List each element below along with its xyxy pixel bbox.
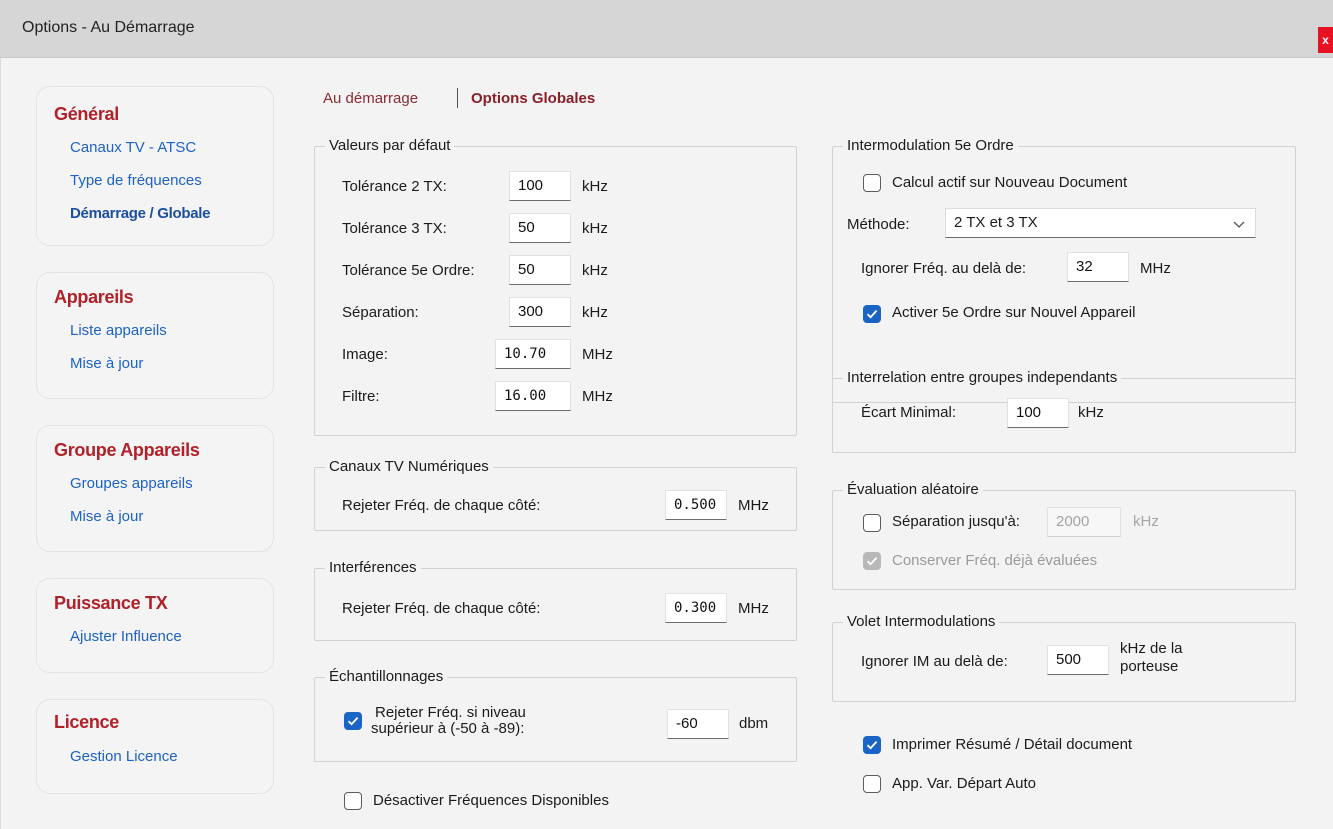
im-panel-unit-line1: kHz de la [1120, 640, 1183, 657]
sidebar-link-groups-update[interactable]: Mise à jour [70, 508, 143, 525]
random-eval-separation-unit: kHz [1133, 513, 1159, 530]
sidebar-card-devices: Appareils Liste appareils Mise à jour [36, 272, 274, 399]
im5-method-select[interactable]: 2 TX et 3 TX [945, 208, 1256, 238]
image-label: Image: [342, 346, 388, 363]
separation-input[interactable]: 300 [509, 297, 571, 327]
sidebar-title-license: Licence [54, 712, 119, 732]
im5-group-title: Intermodulation 5e Ordre [843, 137, 1018, 154]
tv-numeric-reject-label: Rejeter Fréq. de chaque côté: [342, 497, 541, 514]
sidebar-card-tx-power: Puissance TX Ajuster Influence [36, 578, 274, 673]
app-var-auto-checkbox[interactable] [863, 775, 881, 793]
filter-label: Filtre: [342, 388, 380, 405]
im-panel-ignore-label: Ignorer IM au delà de: [861, 653, 1008, 670]
tolerance-2tx-label: Tolérance 2 TX: [342, 178, 447, 195]
tolerance-5th-order-label: Tolérance 5e Ordre: [342, 262, 475, 279]
sidebar-title-general: Général [54, 104, 119, 124]
random-eval-separation-input[interactable]: 2000 [1047, 507, 1121, 537]
tolerance-3tx-label: Tolérance 3 TX: [342, 220, 447, 237]
sampling-reject-checkbox[interactable] [344, 712, 362, 730]
separation-label: Séparation: [342, 304, 419, 321]
sampling-reject-label-line1: Rejeter Fréq. si niveau [375, 704, 526, 721]
chevron-down-icon [1233, 221, 1245, 228]
image-unit: MHz [582, 346, 613, 363]
sidebar-card-device-groups: Groupe Appareils Groupes appareils Mise … [36, 425, 274, 552]
checkmark-icon [347, 716, 359, 726]
interrelation-gap-label: Écart Minimal: [861, 404, 957, 421]
sampling-level-input[interactable]: -60 [667, 709, 729, 739]
interrelation-group-title: Interrelation entre groupes independants [843, 369, 1122, 386]
im-panel-unit-line2: porteuse [1120, 658, 1179, 675]
disable-frequencies-label: Désactiver Fréquences Disponibles [373, 792, 609, 809]
tolerance-3tx-unit: kHz [582, 220, 608, 237]
im-panel-ignore-input[interactable]: 500 [1047, 645, 1109, 675]
random-eval-separation-label: Séparation jusqu'à: [892, 513, 1020, 530]
sidebar-link-device-list[interactable]: Liste appareils [70, 322, 167, 339]
tab-startup[interactable]: Au démarrage [323, 90, 418, 107]
filter-input[interactable]: 16.00 [495, 381, 571, 411]
interference-reject-input[interactable]: 0.300 [665, 593, 727, 623]
sidebar-link-license-management[interactable]: Gestion Licence [70, 748, 178, 765]
disable-frequencies-checkbox[interactable] [344, 792, 362, 810]
tab-global-options[interactable]: Options Globales [471, 90, 595, 107]
image-input[interactable]: 10.70 [495, 339, 571, 369]
interrelation-gap-unit: kHz [1078, 404, 1104, 421]
im5-calc-label: Calcul actif sur Nouveau Document [892, 174, 1128, 191]
im5-activate-checkbox[interactable] [863, 305, 881, 323]
tolerance-2tx-input[interactable]: 100 [509, 171, 571, 201]
im5-method-label: Méthode: [847, 216, 910, 233]
tolerance-5th-order-unit: kHz [582, 262, 608, 279]
sampling-reject-label-line2: supérieur à (-50 à -89): [371, 720, 525, 737]
tv-numeric-group-title: Canaux TV Numériques [325, 458, 493, 475]
sidebar-link-adjust-influence[interactable]: Ajuster Influence [70, 628, 182, 645]
sidebar-link-tv-channels[interactable]: Canaux TV - ATSC [70, 139, 196, 156]
sidebar-link-device-groups[interactable]: Groupes appareils [70, 475, 193, 492]
random-eval-group: Évaluation aléatoire [832, 481, 1296, 590]
im5-method-value: 2 TX et 3 TX [954, 214, 1038, 231]
sidebar-link-startup-global[interactable]: Démarrage / Globale [70, 205, 211, 222]
tolerance-3tx-input[interactable]: 50 [509, 213, 571, 243]
random-eval-keep-label: Conserver Fréq. déjà évaluées [892, 552, 1098, 569]
sampling-group-title: Échantillonnages [325, 668, 448, 685]
filter-unit: MHz [582, 388, 613, 405]
options-window: Général Canaux TV - ATSC Type de fréquen… [0, 58, 1333, 829]
interrelation-gap-input[interactable]: 100 [1007, 398, 1069, 428]
tab-separator [457, 88, 458, 108]
app-var-auto-label: App. Var. Départ Auto [892, 775, 1036, 792]
defaults-group-title: Valeurs par défaut [325, 137, 455, 154]
checkmark-icon [866, 556, 878, 566]
close-button[interactable]: x [1318, 27, 1333, 53]
tolerance-5th-order-input[interactable]: 50 [509, 255, 571, 285]
sidebar-card-license: Licence Gestion Licence [36, 699, 274, 794]
interference-reject-unit: MHz [738, 600, 769, 617]
tolerance-2tx-unit: kHz [582, 178, 608, 195]
im5-ignore-label: Ignorer Fréq. au delà de: [861, 260, 1027, 277]
checkmark-icon [866, 309, 878, 319]
random-eval-separation-checkbox[interactable] [863, 514, 881, 532]
sidebar-link-frequency-type[interactable]: Type de fréquences [70, 172, 202, 189]
sidebar-card-general: Général Canaux TV - ATSC Type de fréquen… [36, 86, 274, 246]
separation-unit: kHz [582, 304, 608, 321]
im-panel-group-title: Volet Intermodulations [843, 613, 1000, 630]
random-eval-keep-checkbox[interactable] [863, 552, 881, 570]
im5-activate-label: Activer 5e Ordre sur Nouvel Appareil [892, 304, 1136, 321]
interference-reject-label: Rejeter Fréq. de chaque côté: [342, 600, 541, 617]
im5-ignore-unit: MHz [1140, 260, 1171, 277]
print-summary-checkbox[interactable] [863, 736, 881, 754]
tv-numeric-reject-unit: MHz [738, 497, 769, 514]
tv-numeric-reject-input[interactable]: 0.500 [665, 490, 727, 520]
sidebar-link-devices-update[interactable]: Mise à jour [70, 355, 143, 372]
interference-group-title: Interférences [325, 559, 421, 576]
sidebar-title-devices: Appareils [54, 287, 134, 307]
checkmark-icon [866, 740, 878, 750]
print-summary-label: Imprimer Résumé / Détail document [892, 736, 1133, 753]
im5-ignore-input[interactable]: 32 [1067, 252, 1129, 282]
sidebar-title-device-groups: Groupe Appareils [54, 440, 200, 460]
im5-calc-checkbox[interactable] [863, 174, 881, 192]
title-bar: Options - Au Démarrage x [0, 0, 1333, 58]
sampling-level-unit: dbm [739, 715, 769, 732]
sidebar-title-tx-power: Puissance TX [54, 593, 168, 613]
window-title: Options - Au Démarrage [22, 19, 195, 36]
random-eval-group-title: Évaluation aléatoire [843, 481, 983, 498]
